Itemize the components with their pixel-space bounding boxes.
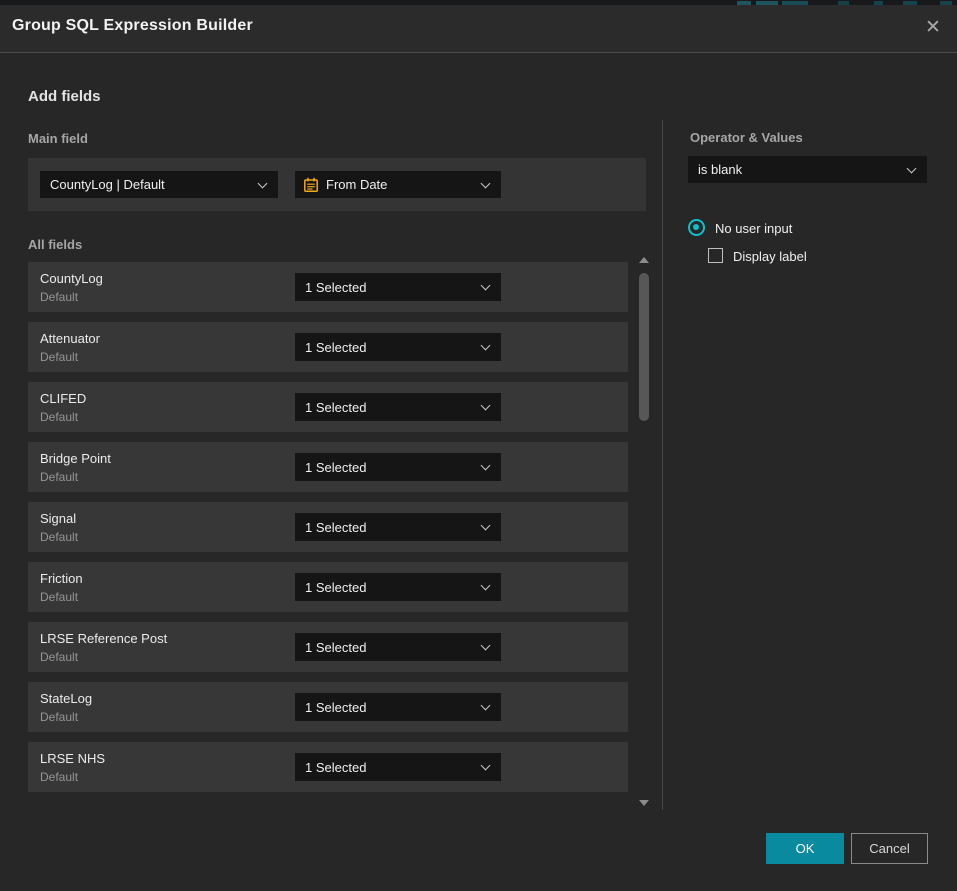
field-name: LRSE Reference Post — [40, 631, 167, 646]
operator-dropdown[interactable]: is blank — [688, 156, 927, 183]
chevron-down-icon — [907, 163, 917, 173]
field-subtitle: Default — [40, 470, 78, 484]
scroll-up-icon[interactable] — [639, 257, 649, 263]
field-subtitle: Default — [40, 530, 78, 544]
chevron-down-icon — [481, 281, 491, 291]
field-selected-dropdown[interactable]: 1 Selected — [295, 333, 501, 361]
field-name: StateLog — [40, 691, 92, 706]
radio-selected-dot — [693, 224, 699, 230]
close-icon[interactable]: ✕ — [921, 16, 945, 40]
chevron-down-icon — [481, 701, 491, 711]
chevron-down-icon — [481, 641, 491, 651]
chevron-down-icon — [481, 341, 491, 351]
chevron-down-icon — [481, 401, 491, 411]
field-subtitle: Default — [40, 590, 78, 604]
field-row: LRSE NHS Default 1 Selected — [28, 742, 628, 792]
selected-count: 1 Selected — [295, 400, 482, 415]
field-selected-dropdown[interactable]: 1 Selected — [295, 513, 501, 541]
operator-value: is blank — [688, 162, 908, 177]
chevron-down-icon — [481, 178, 491, 188]
add-fields-heading: Add fields — [28, 88, 101, 105]
field-subtitle: Default — [40, 710, 78, 724]
field-row: Friction Default 1 Selected — [28, 562, 628, 612]
field-name: CountyLog — [40, 271, 103, 286]
fields-scrollbar[interactable] — [637, 255, 651, 808]
chevron-down-icon — [258, 178, 268, 188]
field-row: Signal Default 1 Selected — [28, 502, 628, 552]
chevron-down-icon — [481, 761, 491, 771]
field-selected-dropdown[interactable]: 1 Selected — [295, 633, 501, 661]
dialog-title: Group SQL Expression Builder — [12, 17, 253, 35]
chevron-down-icon — [481, 521, 491, 531]
titlebar-divider — [0, 52, 957, 53]
field-selected-dropdown[interactable]: 1 Selected — [295, 273, 501, 301]
scrollbar-thumb[interactable] — [639, 273, 649, 421]
main-field-source-value: CountyLog | Default — [40, 177, 259, 192]
field-selected-dropdown[interactable]: 1 Selected — [295, 573, 501, 601]
panel-divider — [662, 120, 663, 810]
scroll-down-icon[interactable] — [639, 800, 649, 806]
calendar-date-icon — [303, 177, 319, 193]
field-subtitle: Default — [40, 350, 78, 364]
field-selected-dropdown[interactable]: 1 Selected — [295, 693, 501, 721]
field-name: Friction — [40, 571, 83, 586]
main-field-panel: CountyLog | Default From Date — [28, 158, 646, 211]
no-user-input-radio[interactable] — [688, 219, 705, 236]
main-field-label: Main field — [28, 131, 88, 146]
group-sql-expression-builder-dialog: Group SQL Expression Builder ✕ Add field… — [0, 0, 957, 891]
field-name: Bridge Point — [40, 451, 111, 466]
display-label-label: Display label — [733, 249, 807, 264]
field-selected-dropdown[interactable]: 1 Selected — [295, 753, 501, 781]
selected-count: 1 Selected — [295, 520, 482, 535]
selected-count: 1 Selected — [295, 460, 482, 475]
display-label-checkbox[interactable] — [708, 248, 723, 263]
chevron-down-icon — [481, 461, 491, 471]
all-fields-label: All fields — [28, 237, 82, 252]
selected-count: 1 Selected — [295, 580, 482, 595]
selected-count: 1 Selected — [295, 340, 482, 355]
field-selected-dropdown[interactable]: 1 Selected — [295, 393, 501, 421]
cancel-button[interactable]: Cancel — [851, 833, 928, 864]
selected-count: 1 Selected — [295, 640, 482, 655]
field-subtitle: Default — [40, 290, 78, 304]
field-row: StateLog Default 1 Selected — [28, 682, 628, 732]
field-subtitle: Default — [40, 770, 78, 784]
chevron-down-icon — [481, 581, 491, 591]
main-field-field-dropdown[interactable]: From Date — [295, 171, 501, 198]
selected-count: 1 Selected — [295, 760, 482, 775]
field-name: Signal — [40, 511, 76, 526]
selected-count: 1 Selected — [295, 700, 482, 715]
field-row: Attenuator Default 1 Selected — [28, 322, 628, 372]
ok-button[interactable]: OK — [766, 833, 844, 864]
field-row: Bridge Point Default 1 Selected — [28, 442, 628, 492]
field-subtitle: Default — [40, 650, 78, 664]
field-name: CLIFED — [40, 391, 86, 406]
field-row: CLIFED Default 1 Selected — [28, 382, 628, 432]
field-name: LRSE NHS — [40, 751, 105, 766]
selected-count: 1 Selected — [295, 280, 482, 295]
main-field-field-value: From Date — [326, 177, 482, 192]
operator-values-label: Operator & Values — [690, 130, 803, 145]
field-name: Attenuator — [40, 331, 100, 346]
no-user-input-label: No user input — [715, 221, 792, 236]
field-selected-dropdown[interactable]: 1 Selected — [295, 453, 501, 481]
field-subtitle: Default — [40, 410, 78, 424]
field-row: CountyLog Default 1 Selected — [28, 262, 628, 312]
field-row: LRSE Reference Post Default 1 Selected — [28, 622, 628, 672]
main-field-source-dropdown[interactable]: CountyLog | Default — [40, 171, 278, 198]
